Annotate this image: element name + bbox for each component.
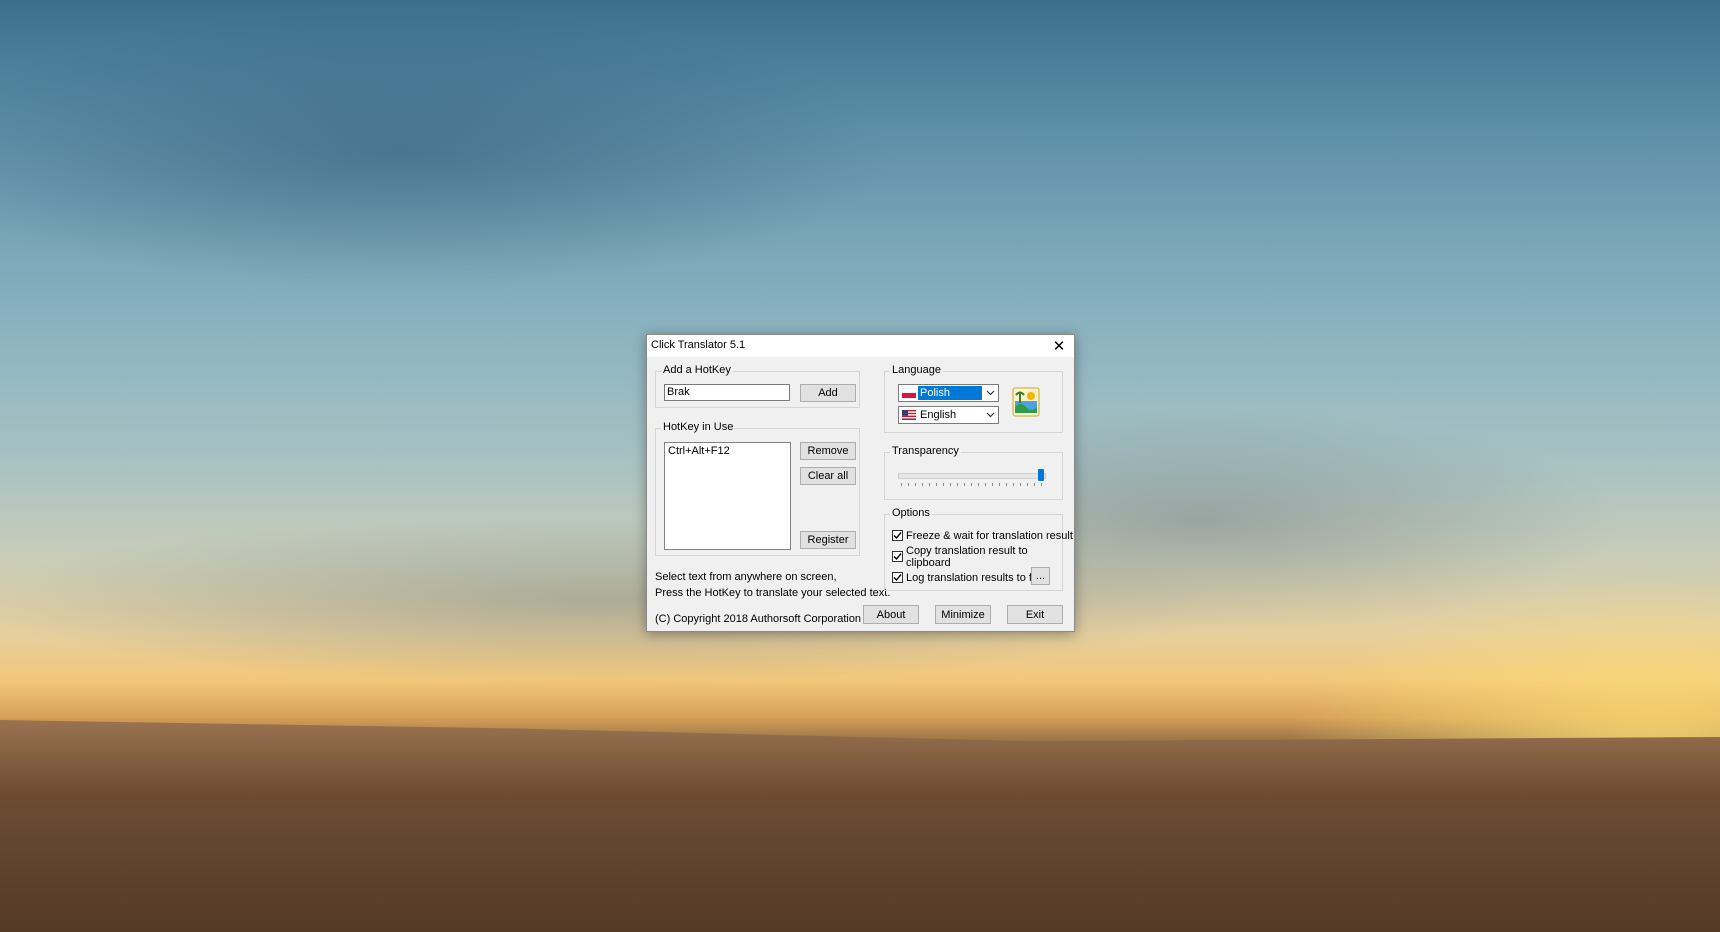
freeze-option[interactable]: Freeze & wait for translation result bbox=[892, 528, 1073, 543]
hotkey-list[interactable]: Ctrl+Alt+F12 bbox=[664, 442, 791, 550]
options-group-label: Options bbox=[890, 507, 932, 519]
slider-tick bbox=[908, 483, 909, 486]
window-title: Click Translator 5.1 bbox=[651, 339, 746, 351]
slider-tick bbox=[943, 483, 944, 486]
minimize-button[interactable]: Minimize bbox=[935, 605, 991, 624]
source-language-select[interactable]: Polish bbox=[898, 384, 999, 402]
log-checkbox[interactable] bbox=[892, 572, 903, 583]
hint-line-2: Press the HotKey to translate your selec… bbox=[655, 587, 891, 599]
swap-languages-icon[interactable] bbox=[1012, 387, 1040, 417]
slider-tick bbox=[1041, 483, 1042, 486]
usa-flag-icon bbox=[902, 410, 916, 420]
clear-all-button[interactable]: Clear all bbox=[800, 467, 856, 485]
add-button[interactable]: Add bbox=[800, 384, 856, 402]
copy-checkbox[interactable] bbox=[892, 551, 903, 562]
slider-tick bbox=[964, 483, 965, 486]
slider-tick bbox=[1027, 483, 1028, 486]
register-button[interactable]: Register bbox=[800, 531, 856, 549]
language-group-label: Language bbox=[890, 364, 943, 376]
exit-button[interactable]: Exit bbox=[1007, 605, 1063, 624]
slider-tick bbox=[950, 483, 951, 486]
copy-option[interactable]: Copy translation result to clipboard bbox=[892, 545, 1074, 569]
log-option[interactable]: Log translation results to file bbox=[892, 570, 1043, 585]
hint-line-1: Select text from anywhere on screen, bbox=[655, 571, 837, 583]
transparency-slider[interactable] bbox=[898, 469, 1048, 491]
slider-tick bbox=[929, 483, 930, 486]
log-label: Log translation results to file bbox=[906, 571, 1043, 584]
slider-tick bbox=[1034, 483, 1035, 486]
copy-label: Copy translation result to clipboard bbox=[906, 544, 1028, 569]
slider-tick bbox=[957, 483, 958, 486]
freeze-checkbox[interactable] bbox=[892, 530, 903, 541]
slider-ticks bbox=[901, 483, 1042, 486]
close-icon: ✕ bbox=[1052, 337, 1066, 355]
slider-tick bbox=[901, 483, 902, 486]
target-language-select[interactable]: English bbox=[898, 406, 999, 424]
chevron-down-icon[interactable] bbox=[984, 387, 996, 399]
desktop-wallpaper: Click Translator 5.1 ✕ Add a HotKey Brak… bbox=[0, 0, 1720, 932]
slider-tick bbox=[985, 483, 986, 486]
slider-tick bbox=[971, 483, 972, 486]
slider-tick bbox=[1013, 483, 1014, 486]
slider-tick bbox=[936, 483, 937, 486]
freeze-label: Freeze & wait for translation result bbox=[906, 529, 1073, 542]
title-bar[interactable]: Click Translator 5.1 ✕ bbox=[647, 335, 1074, 357]
slider-tick bbox=[922, 483, 923, 486]
hotkey-in-use-group-label: HotKey in Use bbox=[661, 421, 736, 433]
slider-thumb[interactable] bbox=[1038, 469, 1044, 481]
about-button[interactable]: About bbox=[863, 605, 919, 624]
click-translator-window: Click Translator 5.1 ✕ Add a HotKey Brak… bbox=[646, 334, 1075, 632]
slider-tick bbox=[978, 483, 979, 486]
slider-track bbox=[898, 473, 1046, 479]
slider-tick bbox=[992, 483, 993, 486]
remove-button[interactable]: Remove bbox=[800, 442, 856, 460]
transparency-group-label: Transparency bbox=[890, 445, 961, 457]
slider-tick bbox=[999, 483, 1000, 486]
poland-flag-icon bbox=[902, 388, 916, 398]
close-button[interactable]: ✕ bbox=[1044, 335, 1074, 357]
browse-log-button[interactable]: ... bbox=[1031, 567, 1050, 585]
grass-field bbox=[0, 720, 1720, 932]
slider-tick bbox=[1020, 483, 1021, 486]
add-hotkey-group-label: Add a HotKey bbox=[661, 364, 733, 376]
slider-tick bbox=[915, 483, 916, 486]
copyright-text: (C) Copyright 2018 Authorsoft Corporatio… bbox=[655, 613, 862, 625]
slider-tick bbox=[1006, 483, 1007, 486]
list-item[interactable]: Ctrl+Alt+F12 bbox=[668, 445, 787, 457]
hotkey-input[interactable]: Brak bbox=[664, 384, 790, 401]
chevron-down-icon[interactable] bbox=[984, 409, 996, 421]
source-language-value: Polish bbox=[918, 386, 982, 400]
